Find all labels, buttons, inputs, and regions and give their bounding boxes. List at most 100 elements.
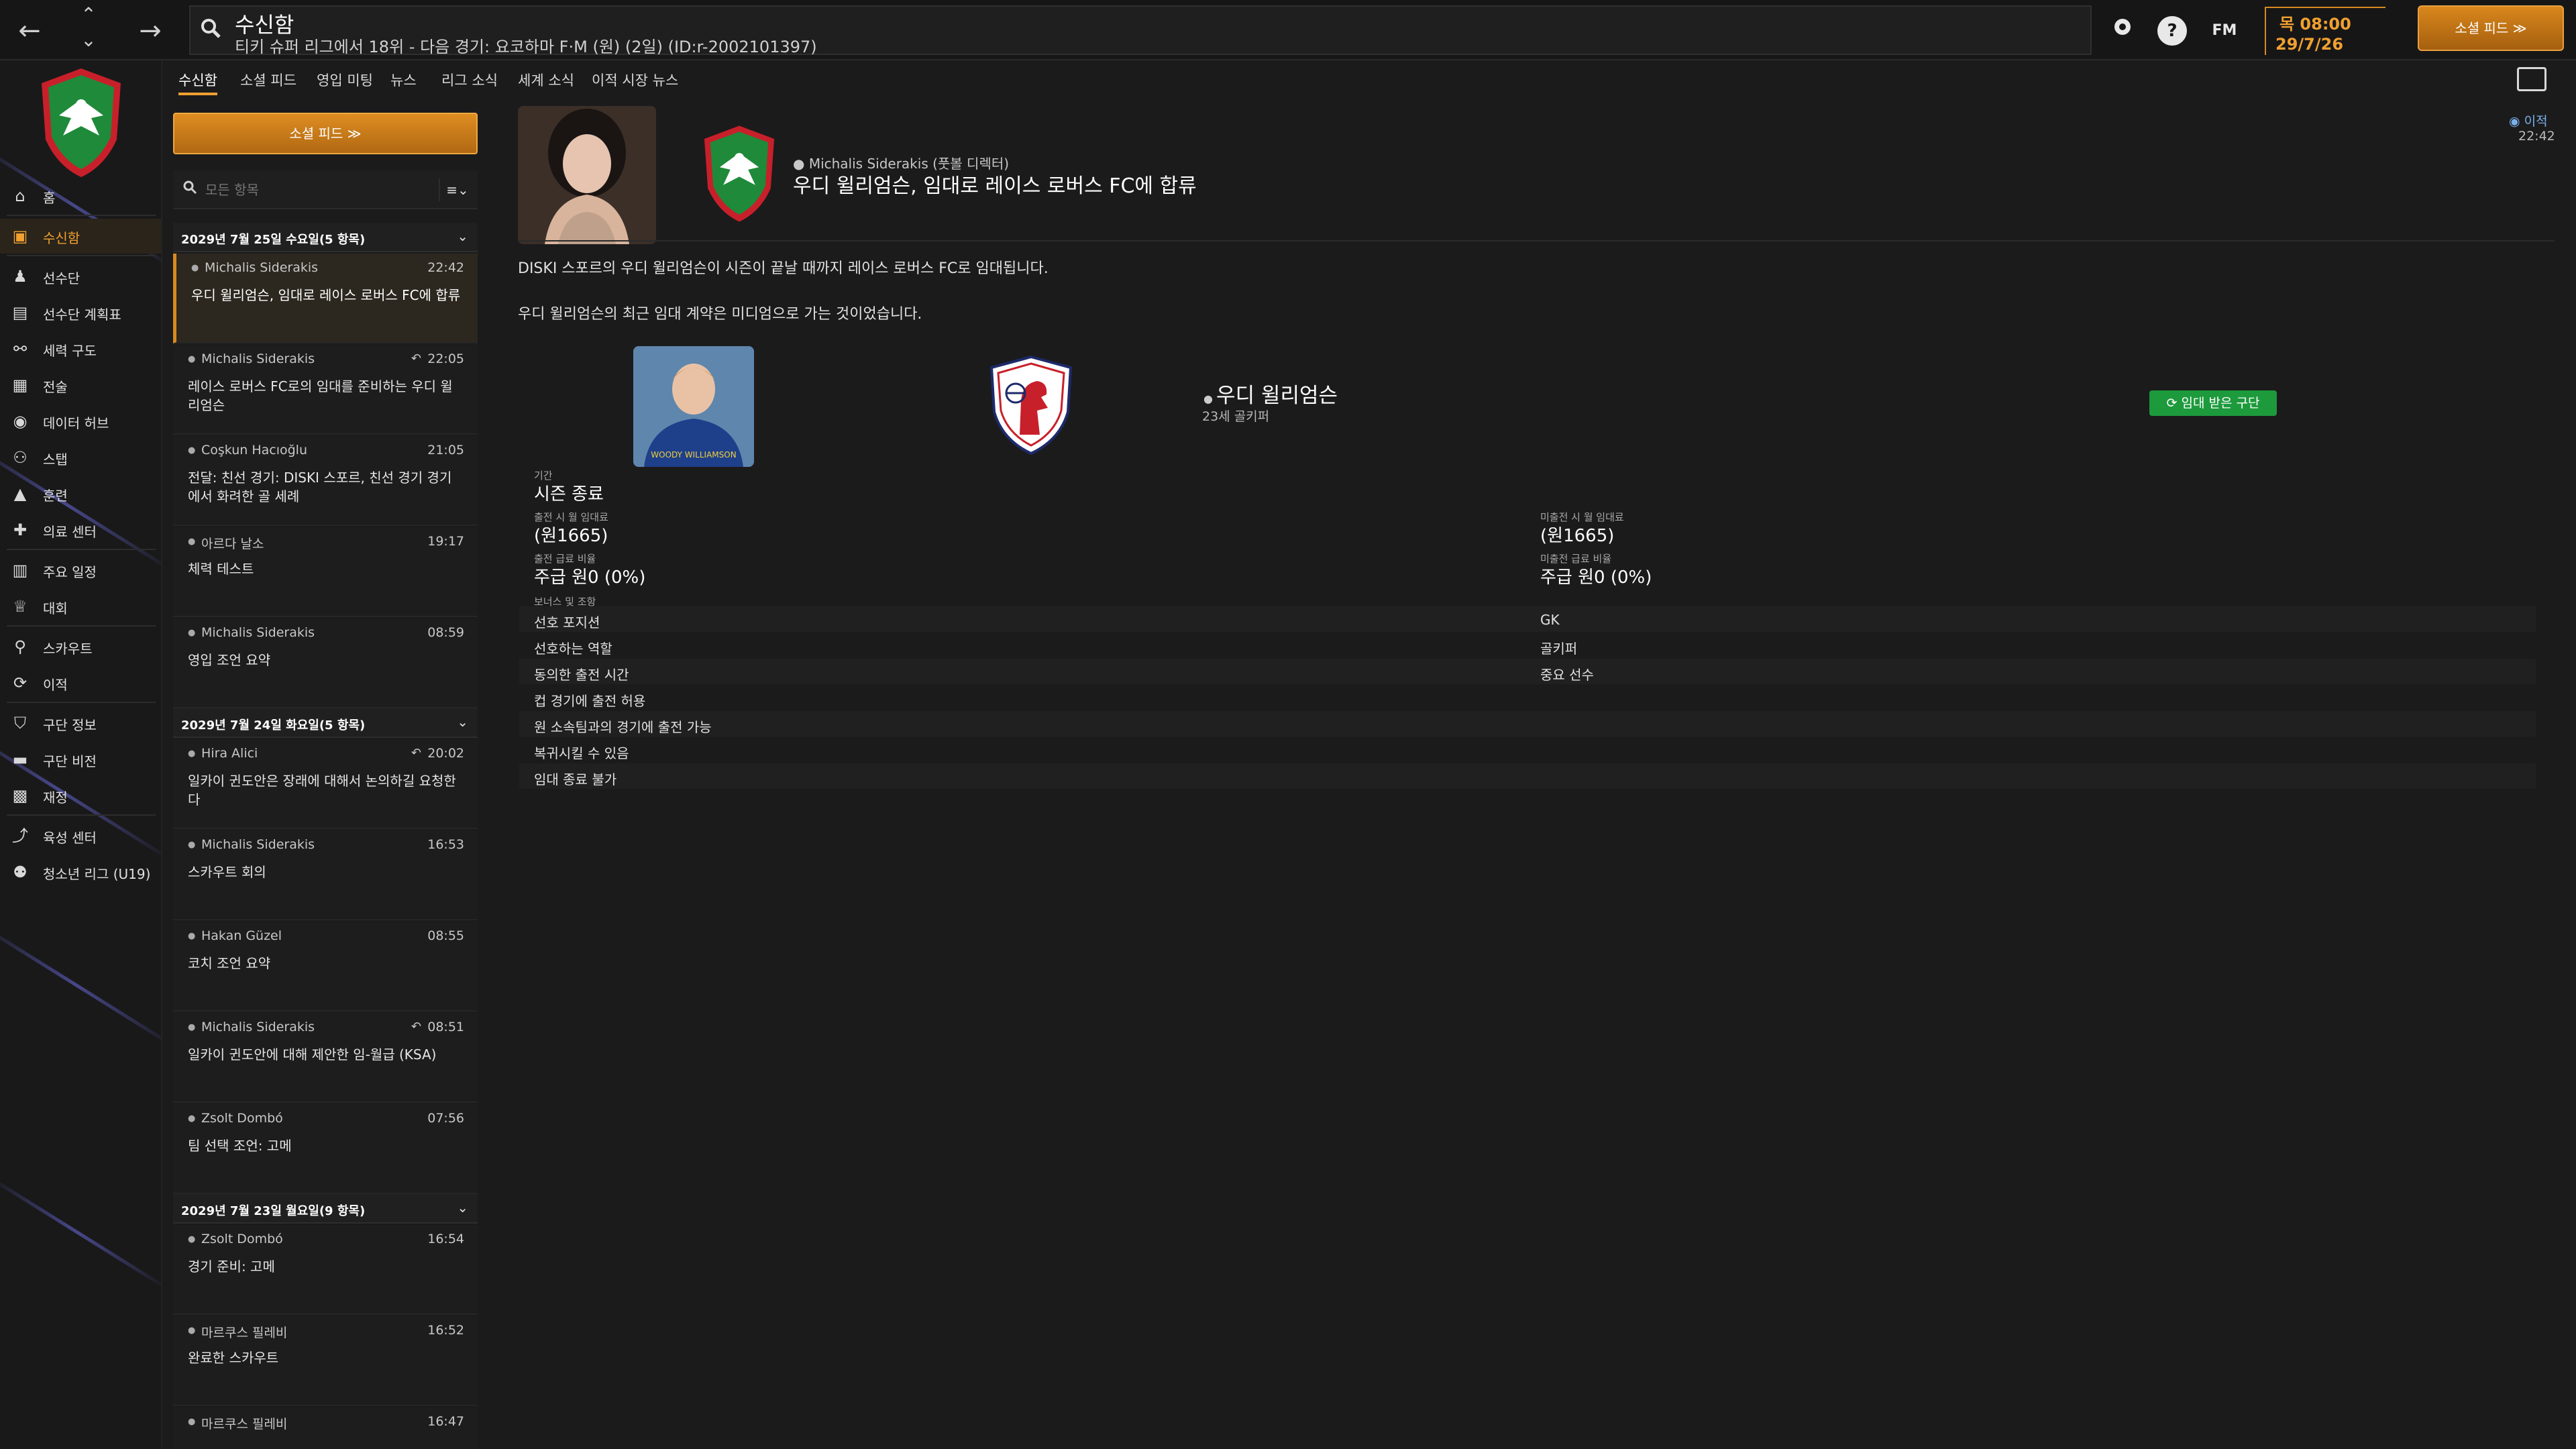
tab-league-news[interactable]: 리그 소식 (441, 66, 498, 95)
person-icon: ● (188, 840, 196, 850)
tab-inbox[interactable]: 수신함 (178, 66, 217, 95)
person-icon: ● (188, 1114, 196, 1124)
message-item[interactable]: ● Michalis Siderakis 16:53 스카우트 회의 (173, 830, 478, 920)
chevron-down-icon: ⌄ (457, 714, 468, 730)
club-logo[interactable] (38, 66, 125, 180)
layout-icon[interactable] (2517, 67, 2546, 91)
terms-row: 동의한 출전 시간 중요 선수 (519, 659, 2536, 684)
message-item[interactable]: ● 마르쿠스 필레비 16:47 (173, 1407, 478, 1449)
sidebar-item-squad[interactable]: ♟ 선수단 (0, 259, 161, 294)
search-bar[interactable]: 수신함 티키 슈퍼 리그에서 18위 - 다음 경기: 요코하마 F·M (원)… (189, 5, 2092, 56)
sidebar-item-dev-centre[interactable]: ⤴ 육성 센터 (0, 818, 161, 853)
filter-menu-button[interactable]: ≡⌄ (439, 178, 475, 201)
category-tag[interactable]: ◉ 이적 (2509, 111, 2548, 129)
terms-row: 원 소속팀과의 경기에 출전 가능 (519, 711, 2536, 737)
tab-world-news[interactable]: 세계 소식 (518, 66, 574, 95)
finances-icon: ▩ (12, 786, 28, 805)
terms-row: 선호 포지션 GK (519, 606, 2536, 632)
player-photo[interactable]: WOODY WILLIAMSON (633, 346, 754, 467)
period-value: 시즌 종료 (534, 484, 604, 504)
sidebar-divider (7, 702, 156, 703)
filter-input[interactable] (205, 178, 407, 201)
person-icon: ● (188, 1417, 196, 1427)
divider (518, 240, 2555, 241)
replied-icon: ↶ (411, 746, 421, 760)
medical-icon: ✚ (13, 521, 28, 539)
person-icon: ● (188, 445, 196, 455)
message-item[interactable]: ● Coşkun Hacıoğlu 21:05 전달: 친선 경기: DISKI 스포… (173, 436, 478, 526)
sidebar-item-transfers[interactable]: ⟳ 이적 (0, 665, 161, 700)
sidebar-item-schedule[interactable]: ▥ 주요 일정 (0, 553, 161, 588)
date-group-header[interactable]: 2029년 7월 23일 월요일(9 항목) ⌄ (173, 1194, 478, 1224)
message-subject: 우디 윌리엄슨, 임대로 레이스 로버스 FC에 합류 (793, 174, 1197, 198)
date-group-header[interactable]: 2029년 7월 24일 화요일(5 항목) ⌄ (173, 708, 478, 738)
training-icon: ▲ (13, 484, 27, 503)
sidebar: ⌂ 홈 ▣ 수신함 ♟ 선수단 ▤ 선수단 계획표 ⚯ 세력 구도 ▦ 전술 ◉ 데이터 허브… (0, 60, 162, 1449)
sidebar-item-finances[interactable]: ▩ 재정 (0, 778, 161, 813)
message-time: 22:42 (2518, 129, 2555, 144)
loan-club-badge[interactable] (987, 354, 1075, 456)
sidebar-item-staff[interactable]: ⚇ 스탭 (0, 440, 161, 475)
sidebar-item-youth-league[interactable]: ⚉ 청소년 리그 (U19) (0, 855, 161, 890)
tactics-icon: ▦ (12, 376, 28, 394)
message-item[interactable]: ● Zsolt Dombó 07:56 팀 선택 조언: 고메 (173, 1104, 478, 1194)
youth-icon: ⚉ (13, 863, 28, 881)
dev-centre-icon: ⤴ (12, 826, 28, 845)
sidebar-item-inbox[interactable]: ▣ 수신함 (0, 219, 161, 254)
tab-recruitment-meeting[interactable]: 영입 미팅 (317, 66, 373, 95)
date-time-display[interactable]: 목 08:00 29/7/26 (2265, 7, 2385, 55)
club-info-icon: ⛉ (14, 714, 26, 733)
sidebar-item-dynamics[interactable]: ⚯ 세력 구도 (0, 331, 161, 366)
player-name[interactable]: ● 우디 윌리엄슨 (1203, 378, 1338, 409)
hub-icon[interactable] (2108, 16, 2137, 46)
back-arrow-icon[interactable]: ← (11, 12, 48, 50)
help-icon[interactable]: ? (2157, 16, 2187, 46)
message-item[interactable]: ● Michalis Siderakis 08:59 영입 조언 요약 (173, 619, 478, 708)
tab-social-feed[interactable]: 소셜 피드 (240, 66, 297, 95)
sidebar-item-scouting[interactable]: ⚲ 스카우트 (0, 629, 161, 664)
chevron-down-icon[interactable]: ⌄ (70, 28, 107, 52)
sidebar-item-data-hub[interactable]: ◉ 데이터 허브 (0, 404, 161, 439)
sidebar-item-tactics[interactable]: ▦ 전술 (0, 368, 161, 402)
search-icon (200, 17, 221, 45)
sender-photo (518, 106, 656, 244)
social-feed-button[interactable]: 소셜 피드 ≫ (173, 113, 478, 154)
body-paragraph: 우디 윌리엄슨의 최근 임대 계약은 미디엄으로 가는 것이었습니다. (518, 306, 922, 323)
jersey-text: WOODY WILLIAMSON (651, 450, 736, 460)
person-icon: ● (188, 1326, 196, 1336)
message-item[interactable]: ● Hira Alici ↶ 20:02 일카이 귄도안은 장래에 대해서 논의하길 요… (173, 739, 478, 829)
sidebar-item-home[interactable]: ⌂ 홈 (0, 178, 161, 213)
forward-arrow-icon[interactable]: → (131, 12, 169, 50)
message-item[interactable]: ● Michalis Siderakis ↶ 08:51 일카이 귄도안에 대해 제안한… (173, 1013, 478, 1103)
message-item[interactable]: ● Michalis Siderakis ↶ 22:05 레이스 로버스 FC로의 임대… (173, 345, 478, 435)
message-item[interactable]: ● Hakan Güzel 08:55 코치 조언 요약 (173, 922, 478, 1012)
transfers-icon: ⟳ (13, 674, 28, 692)
sidebar-item-competitions[interactable]: ♕ 대회 (0, 589, 161, 624)
message-item[interactable]: ● 아르다 날소 19:17 체력 테스트 (173, 527, 478, 617)
sidebar-item-medical[interactable]: ✚ 의료 센터 (0, 513, 161, 547)
sidebar-item-training[interactable]: ▲ 훈련 (0, 476, 161, 511)
wage-play-value: 주급 원0 (0%) (534, 568, 646, 588)
player-info: 23세 골키퍼 (1202, 409, 1270, 424)
replied-icon: ↶ (411, 1020, 421, 1034)
sidebar-item-club-vision[interactable]: ▬ 구단 비전 (0, 742, 161, 777)
home-icon: ⌂ (15, 186, 25, 205)
fm-menu-button[interactable]: FM (2204, 16, 2245, 46)
message-item[interactable]: ● Michalis Siderakis 22:42 우디 윌리엄슨, 임대로 레이스… (173, 254, 478, 343)
tab-news[interactable]: 뉴스 (390, 66, 417, 95)
club-vision-icon: ▬ (12, 750, 28, 769)
trophy-icon: ♕ (13, 597, 28, 616)
person-icon: ● (1203, 392, 1217, 405)
message-item[interactable]: ● 마르쿠스 필레비 16:52 완료한 스카우트 (173, 1316, 478, 1406)
chevron-up-icon[interactable]: ⌃ (70, 3, 107, 27)
social-feed-top-button[interactable]: 소셜 피드 ≫ (2418, 5, 2564, 51)
sidebar-item-club-info[interactable]: ⛉ 구단 정보 (0, 706, 161, 741)
sidebar-item-squad-planner[interactable]: ▤ 선수단 계획표 (0, 295, 161, 330)
sidebar-divider (7, 814, 156, 816)
club-badge[interactable] (699, 123, 780, 224)
terms-row: 임대 종료 불가 (519, 763, 2536, 789)
decor-stripe (0, 919, 161, 1051)
message-item[interactable]: ● Zsolt Dombó 16:54 경기 준비: 고메 (173, 1225, 478, 1315)
tab-transfer-news[interactable]: 이적 시장 뉴스 (592, 66, 678, 95)
date-group-header[interactable]: 2029년 7월 25일 수요일(5 항목) ⌄ (173, 223, 478, 252)
